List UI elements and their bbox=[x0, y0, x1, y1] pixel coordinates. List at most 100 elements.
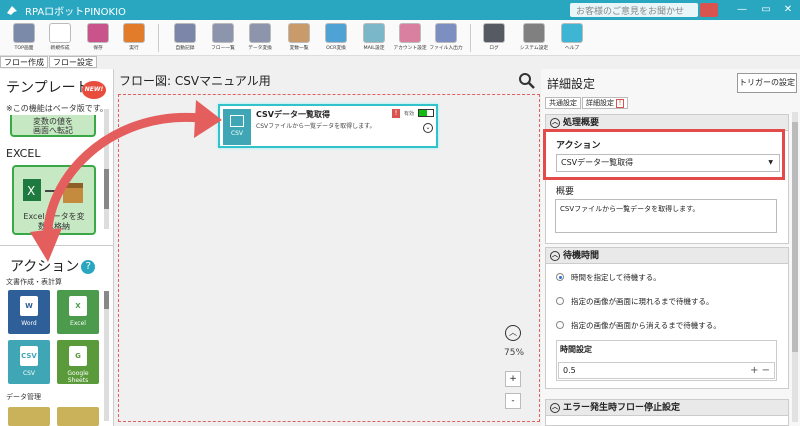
radio-wait-image-appear[interactable] bbox=[556, 297, 564, 305]
radio-wait-image-appear-label: 指定の画像が画面に現れるまで待機する。 bbox=[571, 297, 714, 306]
svg-text:X: X bbox=[27, 184, 35, 198]
template-card-excel[interactable]: X Excelデータを変数へ格納 bbox=[12, 165, 96, 235]
tile-excel[interactable]: X Excel bbox=[57, 290, 99, 334]
time-input-value: 0.5 bbox=[563, 366, 576, 375]
chevron-up-icon: ︿ bbox=[550, 250, 560, 261]
time-setting-label: 時間設定 bbox=[560, 345, 592, 354]
toolbar-label: 実行 bbox=[129, 45, 139, 51]
toolbar-log-button[interactable]: ログ bbox=[474, 22, 514, 55]
tile-csv[interactable]: CSV CSV bbox=[8, 340, 50, 384]
toolbar-file-io-button[interactable]: ファイル入出力 bbox=[426, 22, 466, 55]
toolbar-run-button[interactable]: 実行 bbox=[114, 22, 154, 55]
search-icon[interactable] bbox=[518, 72, 536, 90]
chevron-up-icon[interactable]: ︿ bbox=[505, 325, 521, 341]
toolbar-mail-button[interactable]: MAIL設定 bbox=[354, 22, 394, 55]
toolbar-new-button[interactable]: 新規作成 bbox=[40, 22, 80, 55]
ribbon-toolbar: TOP画面 新規作成 保存 実行 自動記録 フロー一覧 データ変換 変数一覧 OCR変換 MAIL… bbox=[0, 20, 800, 56]
template-scrollbar[interactable] bbox=[104, 109, 109, 229]
beta-note: ※この機能はベータ版です。 bbox=[6, 104, 108, 113]
tile-data-2[interactable] bbox=[57, 407, 99, 426]
toolbar-label: OCR変換 bbox=[326, 45, 346, 51]
action-scrollbar[interactable] bbox=[104, 291, 109, 421]
warning-icon: ! bbox=[616, 99, 624, 108]
file-io-icon bbox=[435, 23, 457, 43]
detail-scrollbar[interactable] bbox=[792, 112, 798, 422]
left-panel: テンプレート NEW! ※この機能はベータ版です。 変数の値を 画面へ転記 EX… bbox=[0, 69, 114, 426]
chevron-up-icon: ︿ bbox=[550, 402, 560, 413]
toolbar-label: 新規作成 bbox=[50, 45, 70, 51]
detail-tabs: 共通設定 詳細設定! bbox=[545, 97, 629, 109]
radio-wait-image-disappear-label: 指定の画像が画面から消えるまで待機する。 bbox=[571, 321, 721, 330]
help-icon bbox=[561, 23, 583, 43]
node-enabled-toggle[interactable] bbox=[418, 109, 434, 117]
chevron-up-icon: ︿ bbox=[550, 117, 560, 128]
excel-section-label: EXCEL bbox=[6, 147, 41, 160]
highlight-box bbox=[543, 129, 785, 180]
chevron-down-icon[interactable]: ⌄ bbox=[423, 123, 433, 133]
tile-label: Word bbox=[21, 320, 37, 327]
toolbar-flow-list-button[interactable]: フロー一覧 bbox=[203, 22, 243, 55]
radio-wait-time[interactable] bbox=[556, 273, 564, 281]
tab-flow-create[interactable]: フロー作成 bbox=[0, 56, 48, 68]
radio-wait-image-disappear[interactable] bbox=[556, 321, 564, 329]
zoom-out-button[interactable]: - bbox=[505, 393, 521, 409]
toolbar-top-button[interactable]: TOP画面 bbox=[4, 22, 44, 55]
excel-icon: X bbox=[69, 296, 87, 316]
template-card-transcribe[interactable]: 変数の値を 画面へ転記 bbox=[10, 115, 96, 137]
section-error-title: エラー発生時フロー停止設定 bbox=[563, 403, 681, 413]
system-icon bbox=[523, 23, 545, 43]
close-button[interactable]: ✕ bbox=[778, 2, 798, 18]
toolbar-system-button[interactable]: システム設定 bbox=[514, 22, 554, 55]
help-icon[interactable]: ? bbox=[81, 260, 96, 274]
toolbar-help-button[interactable]: ヘルプ bbox=[552, 22, 592, 55]
tile-label: CSV bbox=[22, 370, 36, 377]
node-enabled-label: 有効 bbox=[404, 111, 415, 117]
toolbar-label: ログ bbox=[489, 45, 499, 51]
trigger-settings-button[interactable]: トリガーの設定 bbox=[737, 73, 797, 93]
action-title: アクション? bbox=[10, 256, 96, 276]
toolbar-variables-button[interactable]: 変数一覧 bbox=[279, 22, 319, 55]
account-icon bbox=[399, 23, 421, 43]
toolbar-label: システム設定 bbox=[519, 45, 549, 51]
toolbar-label: データ変換 bbox=[248, 45, 272, 51]
zoom-level: 75% bbox=[504, 348, 525, 358]
toolbar-ocr-button[interactable]: OCR変換 bbox=[316, 22, 356, 55]
section-wait-title: 待機時間 bbox=[563, 251, 600, 261]
zoom-in-button[interactable]: + bbox=[505, 371, 521, 387]
divider bbox=[0, 245, 113, 246]
run-icon bbox=[123, 23, 145, 43]
section-error-header[interactable]: ︿ エラー発生時フロー停止設定 bbox=[546, 400, 788, 416]
tab-flow-settings[interactable]: フロー設定 bbox=[49, 56, 97, 68]
stepper-icon[interactable]: + − bbox=[750, 363, 770, 378]
tile-data-1[interactable] bbox=[8, 407, 50, 426]
restore-button[interactable]: ▭ bbox=[756, 2, 776, 18]
time-input[interactable]: 0.5 + − bbox=[558, 362, 775, 379]
toolbar-separator bbox=[158, 24, 159, 52]
overview-textarea[interactable]: CSVファイルから一覧データを取得します。 bbox=[555, 199, 777, 233]
tile-google-sheets[interactable]: G Google Sheets bbox=[57, 340, 99, 384]
toolbar-data-convert-button[interactable]: データ変換 bbox=[240, 22, 280, 55]
toolbar-record-button[interactable]: 自動記録 bbox=[165, 22, 205, 55]
toolbar-label: 変数一覧 bbox=[289, 45, 309, 51]
toolbar-label: 自動記録 bbox=[175, 45, 195, 51]
toolbar-label: MAIL設定 bbox=[363, 45, 385, 51]
node-description: CSVファイルから一覧データを取得します。 bbox=[256, 123, 376, 130]
toolbar-label: ヘルプ bbox=[564, 45, 580, 51]
app-title: RPAロボットPINOKIO bbox=[25, 6, 126, 18]
node-title: CSVデータ一覧取得 bbox=[256, 110, 330, 119]
flow-node-csv[interactable]: CSV CSVデータ一覧取得 CSVファイルから一覧データを取得します。 ! 有… bbox=[218, 104, 438, 148]
record-icon bbox=[174, 23, 196, 43]
feedback-link[interactable]: お客様のご意見をお聞かせください bbox=[570, 3, 698, 30]
section-wait-header[interactable]: ︿ 待機時間 bbox=[546, 248, 788, 264]
minimize-button[interactable]: — bbox=[732, 2, 752, 18]
toolbar-account-button[interactable]: アカウント設定 bbox=[390, 22, 430, 55]
tab-detail-settings[interactable]: 詳細設定! bbox=[582, 97, 628, 109]
ocr-icon bbox=[325, 23, 347, 43]
tile-word[interactable]: W Word bbox=[8, 290, 50, 334]
toolbar-save-button[interactable]: 保存 bbox=[78, 22, 118, 55]
save-icon bbox=[87, 23, 109, 43]
tab-common-settings[interactable]: 共通設定 bbox=[545, 97, 581, 109]
time-setting-box: 時間設定 0.5 + − bbox=[556, 340, 777, 381]
feedback-thumb-icon[interactable] bbox=[700, 3, 718, 17]
toolbar-label: アカウント設定 bbox=[393, 45, 427, 51]
